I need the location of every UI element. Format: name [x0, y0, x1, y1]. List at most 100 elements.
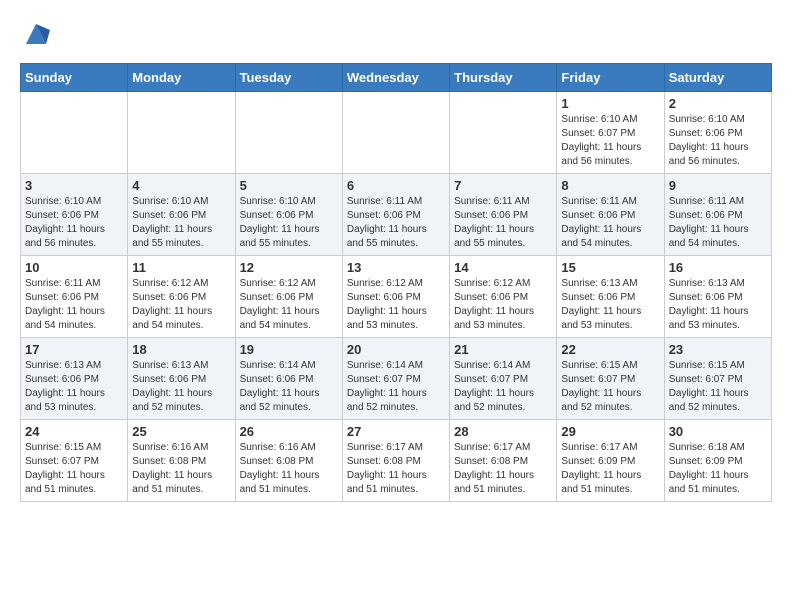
day-number: 27	[347, 424, 445, 439]
calendar-cell	[235, 92, 342, 174]
calendar-table: SundayMondayTuesdayWednesdayThursdayFrid…	[20, 63, 772, 502]
calendar-cell: 27 Sunrise: 6:17 AMSunset: 6:08 PMDayligh…	[342, 420, 449, 502]
weekday-header-friday: Friday	[557, 64, 664, 92]
calendar-cell: 19 Sunrise: 6:14 AMSunset: 6:06 PMDayligh…	[235, 338, 342, 420]
day-info: Sunrise: 6:11 AMSunset: 6:06 PMDaylight:…	[347, 195, 445, 251]
day-info: Sunrise: 6:16 AMSunset: 6:08 PMDaylight:…	[132, 441, 230, 497]
calendar-cell: 26 Sunrise: 6:16 AMSunset: 6:08 PMDayligh…	[235, 420, 342, 502]
day-info: Sunrise: 6:14 AMSunset: 6:07 PMDaylight:…	[454, 359, 552, 415]
day-number: 14	[454, 260, 552, 275]
day-info: Sunrise: 6:14 AMSunset: 6:07 PMDaylight:…	[347, 359, 445, 415]
day-number: 2	[669, 96, 767, 111]
day-info: Sunrise: 6:13 AMSunset: 6:06 PMDaylight:…	[561, 277, 659, 333]
day-info: Sunrise: 6:10 AMSunset: 6:06 PMDaylight:…	[669, 113, 767, 169]
calendar-cell: 12Sunrise: 6:12 AMSunset: 6:06 PMDayligh…	[235, 256, 342, 338]
logo	[20, 20, 50, 53]
day-info: Sunrise: 6:13 AMSunset: 6:06 PMDaylight:…	[25, 359, 123, 415]
day-number: 29	[561, 424, 659, 439]
day-number: 16	[669, 260, 767, 275]
day-number: 11	[132, 260, 230, 275]
calendar-header-row: SundayMondayTuesdayWednesdayThursdayFrid…	[21, 64, 772, 92]
calendar-cell: 3 Sunrise: 6:10 AMSunset: 6:06 PMDaylight…	[21, 174, 128, 256]
calendar-cell	[450, 92, 557, 174]
day-number: 28	[454, 424, 552, 439]
day-number: 19	[240, 342, 338, 357]
weekday-header-tuesday: Tuesday	[235, 64, 342, 92]
day-info: Sunrise: 6:15 AMSunset: 6:07 PMDaylight:…	[25, 441, 123, 497]
calendar-cell: 2 Sunrise: 6:10 AMSunset: 6:06 PMDaylight…	[664, 92, 771, 174]
day-info: Sunrise: 6:14 AMSunset: 6:06 PMDaylight:…	[240, 359, 338, 415]
calendar-cell: 15 Sunrise: 6:13 AMSunset: 6:06 PMDayligh…	[557, 256, 664, 338]
calendar-week-row: 10 Sunrise: 6:11 AMSunset: 6:06 PMDayligh…	[21, 256, 772, 338]
day-info: Sunrise: 6:10 AMSunset: 6:06 PMDaylight:…	[240, 195, 338, 251]
day-info: Sunrise: 6:13 AMSunset: 6:06 PMDaylight:…	[132, 359, 230, 415]
calendar-cell: 30 Sunrise: 6:18 AMSunset: 6:09 PMDayligh…	[664, 420, 771, 502]
calendar-cell: 5 Sunrise: 6:10 AMSunset: 6:06 PMDaylight…	[235, 174, 342, 256]
day-number: 20	[347, 342, 445, 357]
day-number: 18	[132, 342, 230, 357]
calendar-cell: 7 Sunrise: 6:11 AMSunset: 6:06 PMDaylight…	[450, 174, 557, 256]
day-info: Sunrise: 6:12 AMSunset: 6:06 PMDaylight:…	[347, 277, 445, 333]
calendar-cell	[342, 92, 449, 174]
day-number: 17	[25, 342, 123, 357]
weekday-header-monday: Monday	[128, 64, 235, 92]
day-info: Sunrise: 6:16 AMSunset: 6:08 PMDaylight:…	[240, 441, 338, 497]
calendar-week-row: 24 Sunrise: 6:15 AMSunset: 6:07 PMDayligh…	[21, 420, 772, 502]
day-info: Sunrise: 6:11 AMSunset: 6:06 PMDaylight:…	[25, 277, 123, 333]
calendar-cell: 11 Sunrise: 6:12 AMSunset: 6:06 PMDayligh…	[128, 256, 235, 338]
day-info: Sunrise: 6:10 AMSunset: 6:06 PMDaylight:…	[132, 195, 230, 251]
calendar-cell: 17 Sunrise: 6:13 AMSunset: 6:06 PMDayligh…	[21, 338, 128, 420]
day-number: 15	[561, 260, 659, 275]
day-info: Sunrise: 6:13 AMSunset: 6:06 PMDaylight:…	[669, 277, 767, 333]
weekday-header-sunday: Sunday	[21, 64, 128, 92]
calendar-cell: 9 Sunrise: 6:11 AMSunset: 6:06 PMDaylight…	[664, 174, 771, 256]
calendar-cell: 21 Sunrise: 6:14 AMSunset: 6:07 PMDayligh…	[450, 338, 557, 420]
calendar-cell: 18 Sunrise: 6:13 AMSunset: 6:06 PMDayligh…	[128, 338, 235, 420]
day-number: 5	[240, 178, 338, 193]
day-number: 4	[132, 178, 230, 193]
calendar-week-row: 17 Sunrise: 6:13 AMSunset: 6:06 PMDayligh…	[21, 338, 772, 420]
day-info: Sunrise: 6:17 AMSunset: 6:08 PMDaylight:…	[347, 441, 445, 497]
calendar-cell: 14Sunrise: 6:12 AMSunset: 6:06 PMDayligh…	[450, 256, 557, 338]
logo-icon	[22, 20, 50, 48]
day-number: 22	[561, 342, 659, 357]
day-number: 7	[454, 178, 552, 193]
day-number: 30	[669, 424, 767, 439]
calendar-cell: 23Sunrise: 6:15 AMSunset: 6:07 PMDayligh…	[664, 338, 771, 420]
day-info: Sunrise: 6:15 AMSunset: 6:07 PMDaylight:…	[561, 359, 659, 415]
day-number: 26	[240, 424, 338, 439]
day-info: Sunrise: 6:18 AMSunset: 6:09 PMDaylight:…	[669, 441, 767, 497]
day-info: Sunrise: 6:11 AMSunset: 6:06 PMDaylight:…	[669, 195, 767, 251]
page-header	[20, 20, 772, 53]
calendar-cell: 29 Sunrise: 6:17 AMSunset: 6:09 PMDayligh…	[557, 420, 664, 502]
day-info: Sunrise: 6:11 AMSunset: 6:06 PMDaylight:…	[561, 195, 659, 251]
day-info: Sunrise: 6:12 AMSunset: 6:06 PMDaylight:…	[240, 277, 338, 333]
day-info: Sunrise: 6:11 AMSunset: 6:06 PMDaylight:…	[454, 195, 552, 251]
calendar-cell: 16 Sunrise: 6:13 AMSunset: 6:06 PMDayligh…	[664, 256, 771, 338]
calendar-cell: 4 Sunrise: 6:10 AMSunset: 6:06 PMDaylight…	[128, 174, 235, 256]
day-info: Sunrise: 6:12 AMSunset: 6:06 PMDaylight:…	[132, 277, 230, 333]
calendar-week-row: 3 Sunrise: 6:10 AMSunset: 6:06 PMDaylight…	[21, 174, 772, 256]
day-number: 24	[25, 424, 123, 439]
calendar-cell	[128, 92, 235, 174]
calendar-cell: 28Sunrise: 6:17 AMSunset: 6:08 PMDayligh…	[450, 420, 557, 502]
calendar-cell: 24 Sunrise: 6:15 AMSunset: 6:07 PMDayligh…	[21, 420, 128, 502]
day-number: 6	[347, 178, 445, 193]
calendar-cell: 13 Sunrise: 6:12 AMSunset: 6:06 PMDayligh…	[342, 256, 449, 338]
day-info: Sunrise: 6:10 AMSunset: 6:06 PMDaylight:…	[25, 195, 123, 251]
day-number: 3	[25, 178, 123, 193]
calendar-cell: 22 Sunrise: 6:15 AMSunset: 6:07 PMDayligh…	[557, 338, 664, 420]
day-number: 9	[669, 178, 767, 193]
weekday-header-thursday: Thursday	[450, 64, 557, 92]
calendar-cell: 1 Sunrise: 6:10 AMSunset: 6:07 PMDaylight…	[557, 92, 664, 174]
day-number: 13	[347, 260, 445, 275]
weekday-header-wednesday: Wednesday	[342, 64, 449, 92]
day-number: 1	[561, 96, 659, 111]
day-number: 25	[132, 424, 230, 439]
day-info: Sunrise: 6:10 AMSunset: 6:07 PMDaylight:…	[561, 113, 659, 169]
day-number: 21	[454, 342, 552, 357]
day-info: Sunrise: 6:15 AMSunset: 6:07 PMDaylight:…	[669, 359, 767, 415]
day-info: Sunrise: 6:17 AMSunset: 6:09 PMDaylight:…	[561, 441, 659, 497]
day-number: 10	[25, 260, 123, 275]
calendar-cell: 10 Sunrise: 6:11 AMSunset: 6:06 PMDayligh…	[21, 256, 128, 338]
